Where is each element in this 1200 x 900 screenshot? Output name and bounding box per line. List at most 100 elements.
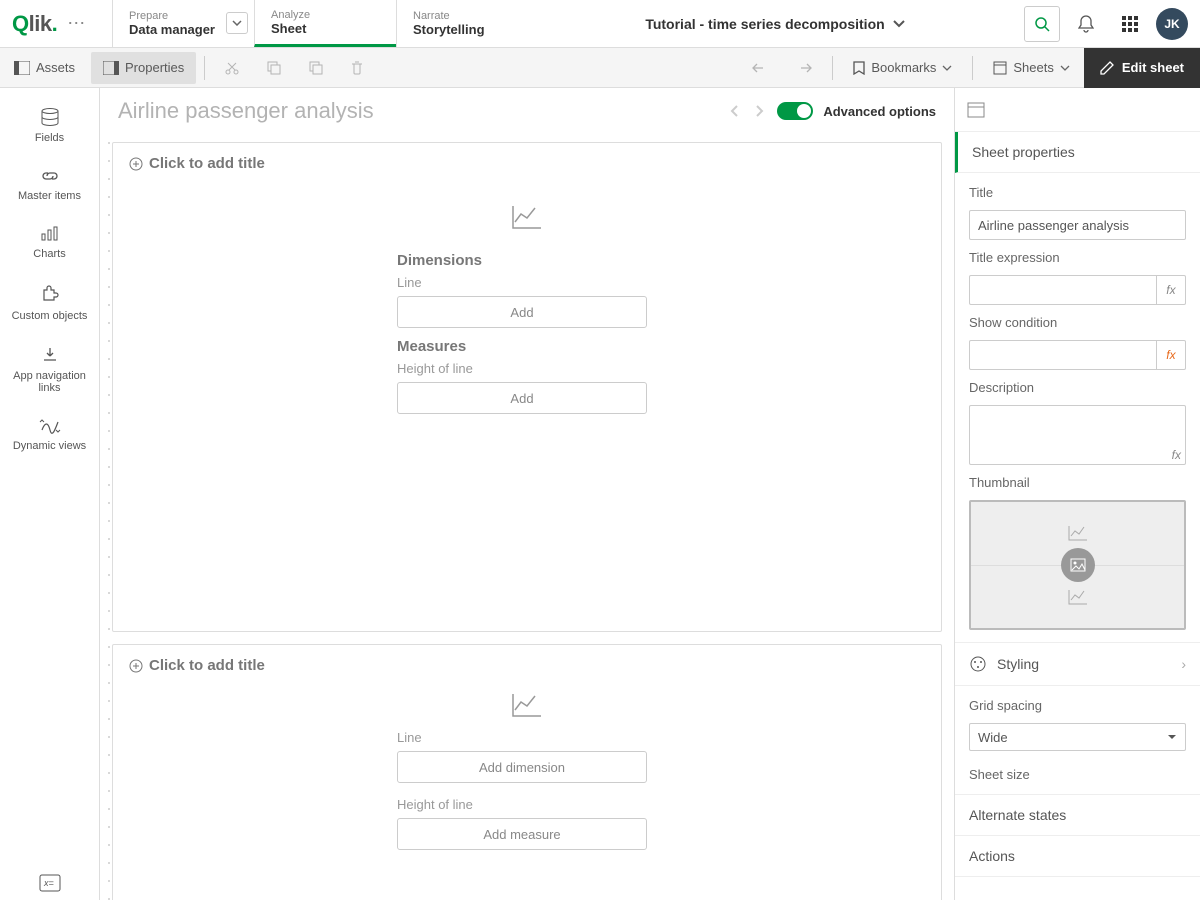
bookmark-icon [853, 61, 865, 75]
sheet-icon [993, 61, 1007, 75]
search-icon [1034, 16, 1050, 32]
measure-field-label: Height of line [397, 361, 657, 376]
grid-spacing-select[interactable]: Wide [969, 723, 1186, 751]
chevron-down-icon [893, 20, 905, 28]
properties-panel: Sheet properties Title Title expression … [954, 88, 1200, 900]
trash-icon [351, 61, 363, 75]
title-input[interactable] [969, 210, 1186, 240]
paste-icon [309, 61, 323, 75]
dimensions-heading: Dimensions [397, 252, 657, 269]
undo-button[interactable] [740, 52, 780, 84]
add-dimension-button[interactable]: Add [397, 296, 647, 328]
advanced-options: Advanced options [777, 102, 936, 120]
tab-analyze[interactable]: Analyze Sheet [254, 0, 396, 47]
styling-accordion[interactable]: Styling › [955, 643, 1200, 686]
advanced-toggle[interactable] [777, 102, 813, 120]
line-chart-icon [1068, 589, 1088, 605]
cond-input[interactable] [969, 340, 1157, 370]
fx-icon[interactable]: fx [1172, 448, 1181, 462]
props-sheet-icon[interactable] [955, 88, 1200, 132]
actions-accordion[interactable]: Actions [955, 836, 1200, 877]
sheet-nav [729, 104, 765, 118]
fx-button[interactable]: fx [1157, 340, 1186, 370]
copy-button[interactable] [255, 52, 293, 84]
alternate-states-accordion[interactable]: Alternate states [955, 795, 1200, 836]
notifications-button[interactable] [1068, 6, 1104, 42]
logo[interactable]: Qlik. ⋯ [0, 0, 112, 47]
props-tab[interactable]: Sheet properties [955, 132, 1200, 173]
line-chart-icon [511, 204, 543, 230]
separator [972, 56, 973, 80]
line-chart-icon [511, 692, 543, 718]
cut-icon [225, 61, 239, 75]
sidebar-item-dynamic[interactable]: Dynamic views [0, 406, 99, 464]
paste-button[interactable] [297, 52, 335, 84]
delete-button[interactable] [339, 52, 375, 84]
sheet-title[interactable]: Airline passenger analysis [118, 98, 717, 124]
line-chart-icon [1068, 525, 1088, 541]
size-label: Sheet size [969, 767, 1186, 782]
copy-icon [267, 61, 281, 75]
nav-icon [40, 346, 60, 364]
chevron-right-icon[interactable] [755, 104, 765, 118]
link-icon [40, 168, 60, 184]
measures-heading: Measures [397, 338, 657, 355]
assets-button[interactable]: Assets [2, 52, 87, 84]
add-dimension-button[interactable]: Add dimension [397, 751, 647, 783]
sidebar-item-charts[interactable]: Charts [0, 214, 99, 272]
thumbnail-preview[interactable] [969, 500, 1186, 630]
dynamic-icon [39, 418, 61, 434]
sheets-button[interactable]: Sheets [981, 52, 1081, 84]
top-right-actions: JK [1012, 0, 1200, 47]
grid-label: Grid spacing [969, 698, 1186, 713]
chevron-right-icon: › [1181, 656, 1186, 672]
desc-input[interactable]: fx [969, 405, 1186, 465]
fx-button[interactable]: fx [1157, 275, 1186, 305]
tab-narrate[interactable]: Narrate Storytelling [396, 0, 538, 47]
redo-button[interactable] [784, 52, 824, 84]
bookmarks-button[interactable]: Bookmarks [841, 52, 964, 84]
measure-field-label: Height of line [397, 797, 657, 812]
desc-label: Description [969, 380, 1186, 395]
database-icon [40, 108, 60, 126]
edit-sheet-button[interactable]: Edit sheet [1084, 48, 1200, 88]
panel-left-icon [14, 61, 30, 75]
panel-right-icon [103, 61, 119, 75]
sidebar-item-navlinks[interactable]: App navigation links [0, 334, 99, 406]
canvas-area: Airline passenger analysis Advanced opti… [100, 88, 954, 900]
cut-button[interactable] [213, 52, 251, 84]
tab-prepare[interactable]: Prepare Data manager [112, 0, 254, 47]
chevron-left-icon[interactable] [729, 104, 739, 118]
sidebar-item-fields[interactable]: Fields [0, 96, 99, 156]
sidebar-variables[interactable]: x= [0, 874, 99, 892]
search-button[interactable] [1024, 6, 1060, 42]
separator [204, 56, 205, 80]
bell-icon [1078, 15, 1094, 33]
add-measure-button[interactable]: Add [397, 382, 647, 414]
avatar[interactable]: JK [1156, 8, 1188, 40]
card-title-placeholder[interactable]: Click to add title [129, 657, 925, 674]
pencil-icon [1100, 61, 1114, 75]
logo-text: Qlik. [12, 11, 57, 37]
svg-text:x=: x= [43, 878, 54, 888]
properties-button[interactable]: Properties [91, 52, 196, 84]
grid-button[interactable] [1112, 6, 1148, 42]
chart-card-2[interactable]: Click to add title Line Add dimension He… [112, 644, 942, 900]
app-title[interactable]: Tutorial - time series decomposition [538, 0, 1012, 47]
chevron-down-icon [1060, 65, 1070, 71]
sidebar-item-custom[interactable]: Custom objects [0, 272, 99, 334]
card-title-placeholder[interactable]: Click to add title [129, 155, 925, 172]
main: Fields Master items Charts Custom object… [0, 88, 1200, 900]
chart-card-1[interactable]: Click to add title Dimensions Line Add M… [112, 142, 942, 632]
image-icon[interactable] [1061, 548, 1095, 582]
canvas-header: Airline passenger analysis Advanced opti… [100, 88, 954, 134]
title-expr-input[interactable] [969, 275, 1157, 305]
canvas-grid[interactable]: Click to add title Dimensions Line Add M… [100, 134, 954, 900]
more-icon[interactable]: ⋯ [63, 13, 89, 34]
add-measure-button[interactable]: Add measure [397, 818, 647, 850]
title-expr-label: Title expression [969, 250, 1186, 265]
chart-config-1: Dimensions Line Add Measures Height of l… [129, 184, 925, 434]
sidebar-item-master[interactable]: Master items [0, 156, 99, 214]
chevron-down-icon[interactable] [226, 12, 248, 34]
top-bar: Qlik. ⋯ Prepare Data manager Analyze She… [0, 0, 1200, 48]
